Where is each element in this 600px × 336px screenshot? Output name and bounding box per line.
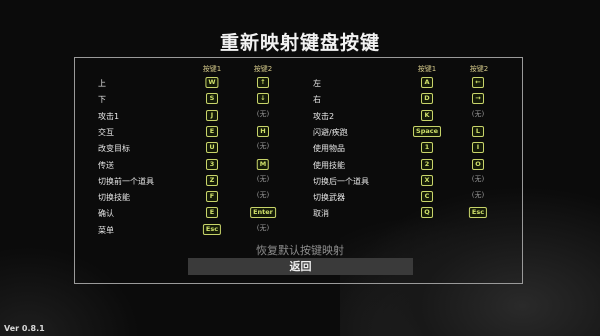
- right-key1-binding[interactable]: K: [421, 109, 433, 121]
- left-key1-binding[interactable]: J: [206, 109, 218, 121]
- left-key2-binding[interactable]: H: [257, 125, 269, 137]
- right-row-label: 切换后一个道具: [313, 176, 369, 186]
- left-key1-binding[interactable]: E: [206, 125, 218, 137]
- left-key2-binding[interactable]: Enter: [250, 207, 276, 219]
- right-key1-binding[interactable]: C: [421, 191, 433, 203]
- left-key2-binding[interactable]: (无): [255, 110, 271, 121]
- right-row-label: 使用技能: [313, 160, 345, 170]
- left-row-label: 改变目标: [98, 144, 130, 154]
- right-row-label: 切换武器: [313, 193, 345, 203]
- left-key1-binding[interactable]: F: [206, 191, 218, 203]
- left-key1-binding[interactable]: Esc: [202, 223, 222, 235]
- left-key1-binding[interactable]: W: [205, 77, 219, 88]
- left-row-label: 切换前一个道具: [98, 176, 154, 186]
- right-key2-binding[interactable]: I: [472, 142, 484, 154]
- right-key1-binding[interactable]: Q: [421, 207, 433, 219]
- column-header-key1-left: 按键1: [202, 65, 222, 73]
- right-row-label: 取消: [313, 209, 329, 219]
- right-key1-binding[interactable]: A: [421, 77, 433, 88]
- left-row-label: 切换技能: [98, 193, 130, 203]
- right-key1-binding[interactable]: Space: [413, 125, 441, 137]
- left-key1-binding[interactable]: Z: [206, 174, 218, 186]
- column-header-key2-left: 按键2: [253, 65, 273, 73]
- right-key1-binding[interactable]: 2: [421, 158, 433, 170]
- left-row-label: 上: [98, 79, 106, 88]
- column-header-key2-right: 按键2: [469, 65, 489, 73]
- right-key1-binding[interactable]: D: [421, 93, 433, 105]
- left-key2-binding[interactable]: ↓: [257, 93, 269, 105]
- right-key2-binding[interactable]: Esc: [468, 207, 488, 219]
- right-key2-binding[interactable]: L: [472, 125, 484, 137]
- right-key2-binding[interactable]: (无): [470, 191, 486, 202]
- right-row-label: 使用物品: [313, 144, 345, 154]
- left-row-label: 攻击1: [98, 111, 120, 121]
- page-title: 重新映射键盘按键: [219, 32, 380, 54]
- right-key2-binding[interactable]: ←: [472, 77, 484, 88]
- left-key2-binding[interactable]: ↑: [257, 77, 269, 88]
- left-key1-binding[interactable]: 3: [206, 158, 218, 170]
- left-key2-binding[interactable]: (无): [255, 142, 271, 153]
- reset-defaults-button[interactable]: 恢复默认按键映射: [0, 242, 600, 258]
- right-row-label: 攻击2: [313, 111, 335, 121]
- left-row-label: 菜单: [98, 225, 114, 235]
- left-key2-binding[interactable]: (无): [255, 191, 271, 202]
- left-key1-binding[interactable]: S: [206, 93, 218, 105]
- left-row-label: 传送: [98, 160, 114, 170]
- left-key1-binding[interactable]: E: [206, 207, 218, 219]
- right-row-label: 右: [313, 95, 321, 105]
- right-key1-binding[interactable]: X: [421, 174, 433, 186]
- left-row-label: 确认: [98, 209, 114, 219]
- right-key2-binding[interactable]: O: [472, 158, 484, 170]
- right-key2-binding[interactable]: (无): [470, 175, 486, 186]
- left-key2-binding[interactable]: (无): [255, 224, 271, 235]
- column-header-key1-right: 按键1: [417, 65, 437, 73]
- right-key2-binding[interactable]: (无): [470, 110, 486, 121]
- right-key1-binding[interactable]: 1: [421, 142, 433, 154]
- right-row-label: 左: [313, 79, 321, 88]
- left-key2-binding[interactable]: M: [256, 158, 270, 170]
- left-key1-binding[interactable]: U: [206, 142, 218, 154]
- left-key2-binding[interactable]: (无): [255, 175, 271, 186]
- right-row-label: 闪避/疾跑: [313, 127, 348, 137]
- left-row-label: 交互: [98, 127, 114, 137]
- left-row-label: 下: [98, 95, 106, 105]
- right-key2-binding[interactable]: →: [472, 93, 484, 105]
- back-button[interactable]: 返回: [188, 258, 413, 275]
- version-label: Ver 0.8.1: [4, 324, 45, 333]
